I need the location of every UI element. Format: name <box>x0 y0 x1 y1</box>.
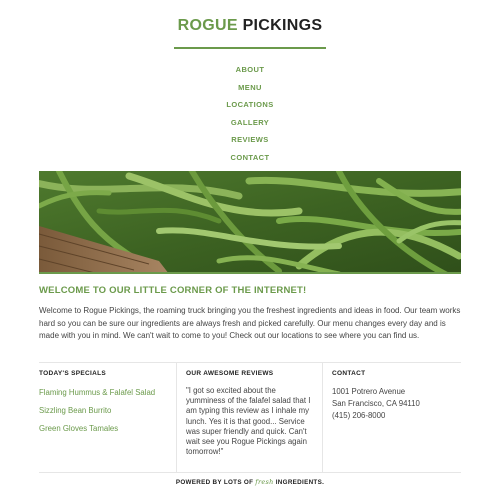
contact-title: CONTACT <box>332 370 366 377</box>
reviews-title: OUR AWESOME REVIEWS <box>186 370 274 377</box>
specials-title: TODAY'S SPECIALS <box>39 370 107 377</box>
site-logo[interactable]: ROGUE PICKINGS <box>0 16 500 36</box>
footer-fresh: fresh <box>255 478 274 486</box>
footer-prefix: POWERED BY LOTS OF <box>175 479 254 486</box>
reviews-column: OUR AWESOME REVIEWS "I got so excited ab… <box>176 363 323 472</box>
nav-reviews[interactable]: REVIEWS <box>0 131 500 149</box>
contact-city: San Francisco, CA 94110 <box>332 399 420 408</box>
footer-suffix: INGREDIENTS. <box>275 479 325 486</box>
welcome-heading: WELCOME TO OUR LITTLE CORNER OF THE INTE… <box>39 285 307 296</box>
welcome-section: WELCOME TO OUR LITTLE CORNER OF THE INTE… <box>39 285 461 343</box>
info-columns: TODAY'S SPECIALS Flaming Hummus & Falafe… <box>39 362 461 472</box>
nav-about[interactable]: ABOUT <box>0 61 500 79</box>
review-quote: "I got so excited about the yumminess of… <box>186 386 311 457</box>
site-header: ROGUE PICKINGS ABOUT MENU LOCATIONS GALL… <box>0 0 500 166</box>
hero-green-beans-image <box>39 171 461 274</box>
site-footer: POWERED BY LOTS OF fresh INGREDIENTS. <box>39 472 461 491</box>
special-item[interactable]: Sizzling Bean Burrito <box>39 406 168 416</box>
green-beans-illustration <box>39 171 461 272</box>
contact-street: 1001 Potrero Avenue <box>332 387 406 396</box>
contact-details: 1001 Potrero Avenue San Francisco, CA 94… <box>332 386 453 422</box>
special-item[interactable]: Green Gloves Tamales <box>39 424 168 434</box>
nav-locations[interactable]: LOCATIONS <box>0 96 500 114</box>
main-nav: ABOUT MENU LOCATIONS GALLERY REVIEWS CON… <box>0 61 500 166</box>
special-item[interactable]: Flaming Hummus & Falafel Salad <box>39 388 168 398</box>
nav-gallery[interactable]: GALLERY <box>0 114 500 132</box>
contact-column: CONTACT 1001 Potrero Avenue San Francisc… <box>323 363 461 472</box>
logo-underline <box>174 47 326 49</box>
logo-word-rogue: ROGUE <box>177 17 238 34</box>
nav-contact[interactable]: CONTACT <box>0 149 500 167</box>
welcome-text: Welcome to Rogue Pickings, the roaming t… <box>39 306 461 340</box>
contact-phone[interactable]: (415) 206-8000 <box>332 410 453 422</box>
specials-column: TODAY'S SPECIALS Flaming Hummus & Falafe… <box>39 363 176 472</box>
nav-menu[interactable]: MENU <box>0 79 500 97</box>
logo-word-pickings: PICKINGS <box>242 17 323 34</box>
